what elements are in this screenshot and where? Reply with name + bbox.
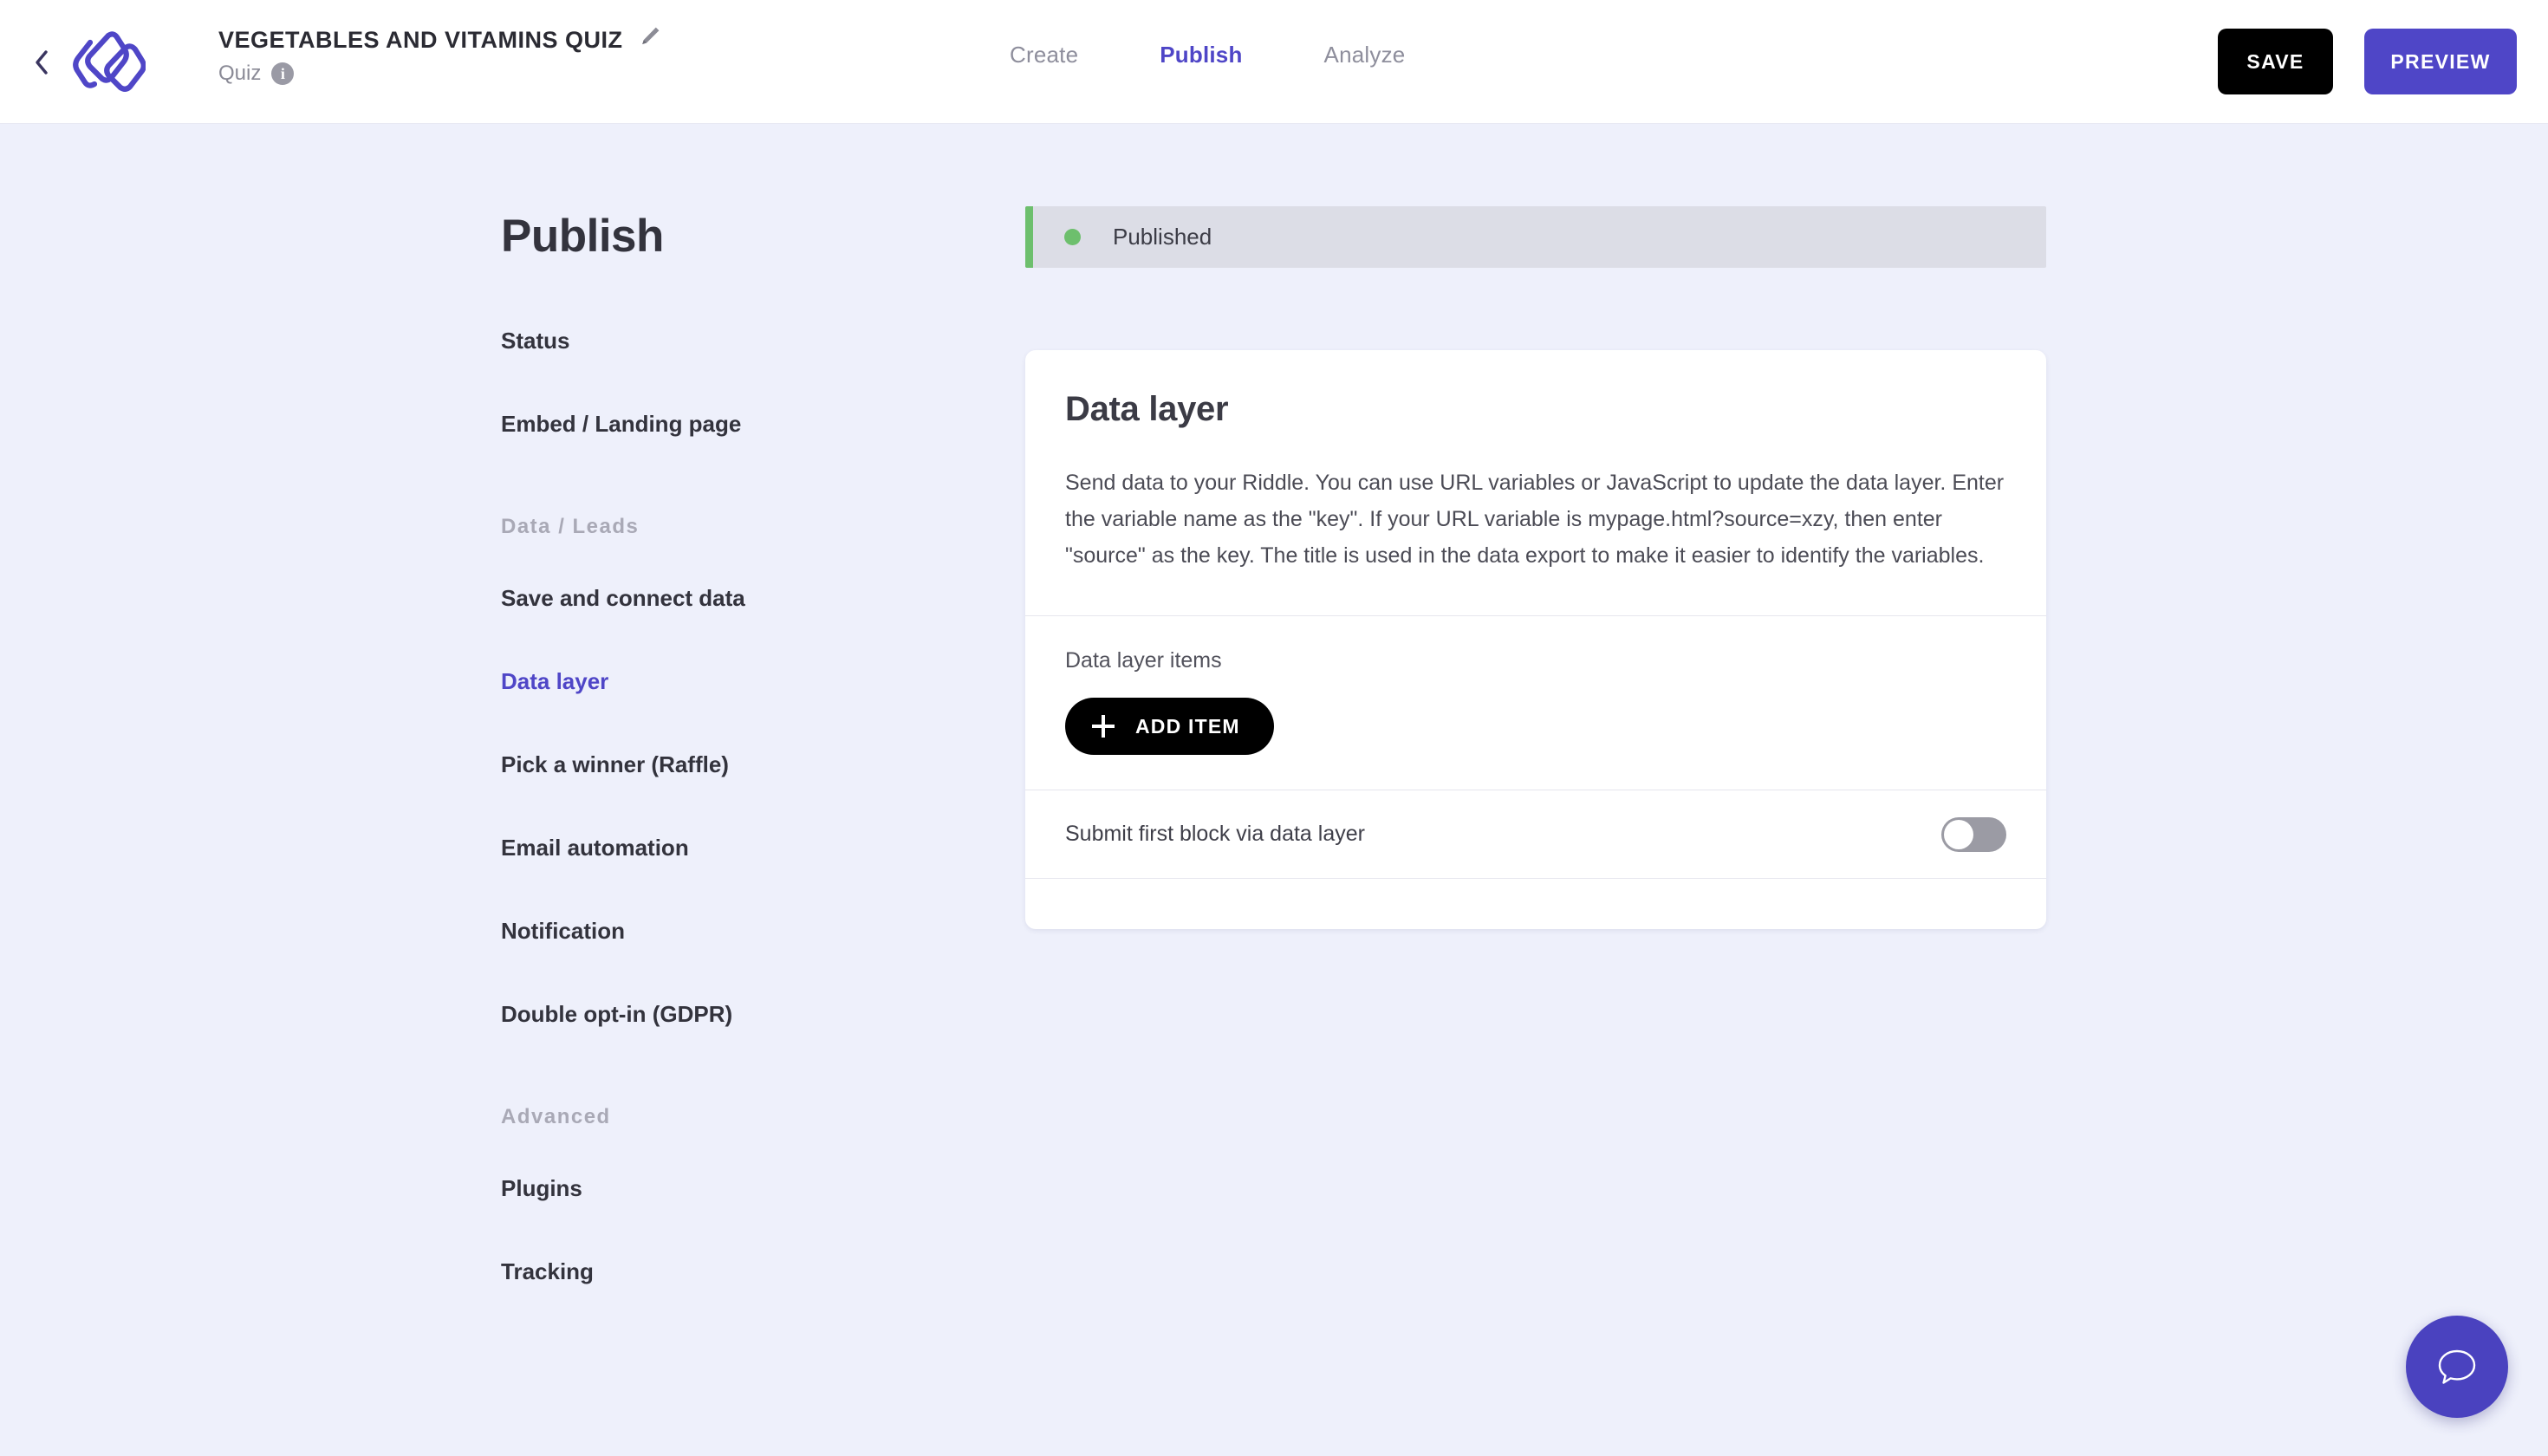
tab-create[interactable]: Create [1010, 42, 1078, 68]
tab-analyze[interactable]: Analyze [1324, 42, 1406, 68]
card-title: Data layer [1065, 390, 1229, 428]
topbar-actions: SAVE PREVIEW [2218, 29, 2517, 94]
sidebar-item-pick-a-winner[interactable]: Pick a winner (Raffle) [501, 751, 969, 778]
sidebar-item-notification[interactable]: Notification [501, 917, 969, 945]
preview-button[interactable]: PREVIEW [2364, 29, 2517, 94]
save-button[interactable]: SAVE [2218, 29, 2333, 94]
data-layer-items-label: Data layer items [1065, 648, 1222, 673]
sidebar-item-embed-landing-page[interactable]: Embed / Landing page [501, 410, 969, 438]
plus-icon [1092, 715, 1115, 738]
chat-support-button[interactable] [2406, 1316, 2508, 1418]
info-icon[interactable]: i [271, 62, 295, 85]
tab-publish[interactable]: Publish [1160, 42, 1242, 68]
chat-bubble-icon [2438, 1349, 2476, 1384]
top-bar: VEGETABLES AND VITAMINS QUIZ Quiz i Crea… [0, 0, 2548, 124]
sidebar-menu: Status Embed / Landing page Data / Leads… [501, 327, 969, 1285]
sidebar-item-status[interactable]: Status [501, 327, 969, 354]
toggle-knob [1944, 819, 1973, 849]
status-dot-icon [1064, 229, 1081, 245]
chevron-left-icon [36, 50, 48, 75]
riddle-logo-icon[interactable] [62, 21, 146, 104]
data-layer-items-section: Data layer items ADD ITEM [1025, 616, 2046, 790]
submit-first-block-label: Submit first block via data layer [1065, 822, 1365, 846]
card-footer [1025, 879, 2046, 929]
page-body: Publish Status Embed / Landing page Data… [0, 124, 2548, 1456]
sidebar-group-data-leads: Data / Leads [501, 515, 640, 538]
riddle-type-row: Quiz i [218, 62, 661, 86]
publish-sidebar: Publish Status Embed / Landing page Data… [501, 211, 969, 1341]
status-label: Published [1113, 224, 1212, 250]
sidebar-spacer-advanced [501, 1083, 969, 1104]
data-layer-card: Data layer Send data to your Riddle. You… [1025, 350, 2046, 929]
sidebar-heading: Publish [501, 211, 664, 262]
sidebar-item-double-opt-in[interactable]: Double opt-in (GDPR) [501, 1000, 969, 1028]
sidebar-item-save-and-connect-data[interactable]: Save and connect data [501, 584, 969, 612]
sidebar-spacer-data [501, 493, 969, 514]
page-title: VEGETABLES AND VITAMINS QUIZ [218, 26, 623, 53]
sidebar-item-email-automation[interactable]: Email automation [501, 834, 969, 861]
back-button[interactable] [26, 45, 57, 80]
main-nav-tabs: Create Publish Analyze [1010, 42, 1405, 68]
pencil-icon[interactable] [639, 25, 661, 52]
add-item-button[interactable]: ADD ITEM [1065, 698, 1274, 755]
add-item-label: ADD ITEM [1135, 714, 1240, 738]
sidebar-item-data-layer[interactable]: Data layer [501, 667, 969, 695]
riddle-title-block: VEGETABLES AND VITAMINS QUIZ Quiz i [218, 25, 661, 86]
sidebar-group-advanced: Advanced [501, 1105, 611, 1128]
submit-first-block-toggle[interactable] [1941, 816, 2006, 852]
status-badge: Published [1025, 206, 2046, 268]
card-description: Send data to your Riddle. You can use UR… [1065, 471, 2005, 568]
riddle-type-label: Quiz [218, 62, 262, 85]
sidebar-item-tracking[interactable]: Tracking [501, 1258, 969, 1285]
sidebar-item-plugins[interactable]: Plugins [501, 1174, 969, 1202]
submit-first-block-row: Submit first block via data layer [1025, 790, 2046, 878]
publish-main: Published Data layer Send data to your R… [1025, 206, 2046, 929]
data-layer-intro: Data layer Send data to your Riddle. You… [1025, 350, 2046, 615]
